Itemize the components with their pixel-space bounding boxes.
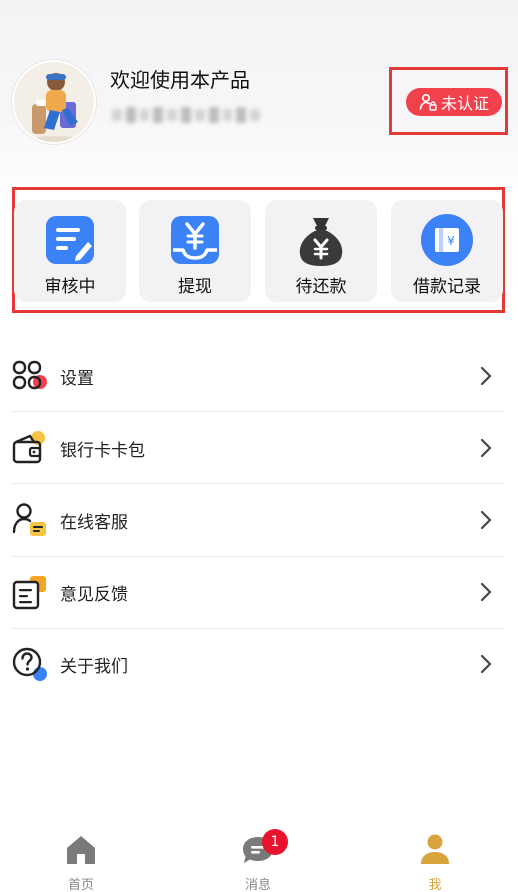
- feedback-icon: [12, 576, 46, 610]
- quick-action-reviewing[interactable]: 审核中: [14, 200, 126, 302]
- avatar[interactable]: [12, 60, 96, 144]
- menu-item-label: 意见反馈: [60, 584, 128, 605]
- menu-item-about-us[interactable]: 关于我们: [12, 628, 505, 700]
- quick-action-label: 借款记录: [413, 277, 481, 297]
- chevron-right-icon: [480, 366, 492, 386]
- yen-tray-icon: [171, 216, 219, 264]
- welcome-title: 欢迎使用本产品: [110, 68, 250, 92]
- menu-item-label: 设置: [60, 368, 94, 389]
- menu-item-feedback[interactable]: 意见反馈: [12, 556, 505, 628]
- money-bag-icon: [299, 218, 343, 266]
- settings-grid-icon: [12, 360, 47, 390]
- edit-document-icon: [46, 216, 94, 264]
- quick-action-repayment[interactable]: 待还款: [265, 200, 377, 302]
- home-icon: [67, 836, 95, 864]
- chevron-right-icon: [480, 438, 492, 458]
- chevron-right-icon: [480, 582, 492, 602]
- avatar-illustration: [14, 62, 94, 142]
- wallet-icon: [12, 431, 45, 464]
- quick-action-loan-records[interactable]: ¥ 借款记录: [391, 200, 503, 302]
- menu-item-online-service[interactable]: 在线客服: [12, 484, 505, 556]
- chevron-right-icon: [480, 654, 492, 674]
- menu-item-settings[interactable]: 设置: [12, 340, 505, 412]
- verify-status-label: 未认证: [440, 94, 489, 113]
- tab-me[interactable]: 我: [395, 832, 475, 892]
- tab-label: 消息: [244, 878, 271, 892]
- help-icon: [12, 647, 47, 681]
- customer-service-icon: [12, 503, 46, 536]
- user-lock-icon: [419, 93, 437, 111]
- tab-label: 我: [428, 878, 442, 892]
- quick-action-withdraw[interactable]: 提现: [139, 200, 251, 302]
- chevron-right-icon: [480, 510, 492, 530]
- menu-item-label: 关于我们: [60, 656, 128, 677]
- unread-count-badge: 1: [262, 829, 288, 855]
- yen-book-icon: ¥: [421, 214, 473, 266]
- tab-label: 首页: [67, 878, 94, 892]
- quick-action-label: 提现: [178, 277, 212, 297]
- user-profile-icon: [421, 834, 449, 864]
- quick-action-label: 审核中: [44, 277, 96, 297]
- tab-home[interactable]: 首页: [41, 832, 121, 892]
- menu-item-bank-card-wallet[interactable]: 银行卡卡包: [12, 412, 505, 484]
- masked-phone-number: [112, 100, 260, 130]
- verify-status-button[interactable]: 未认证: [406, 88, 502, 116]
- quick-action-label: 待还款: [295, 277, 347, 297]
- svg-text:¥: ¥: [447, 234, 455, 248]
- menu-item-label: 在线客服: [60, 512, 128, 533]
- menu-item-label: 银行卡卡包: [60, 440, 145, 461]
